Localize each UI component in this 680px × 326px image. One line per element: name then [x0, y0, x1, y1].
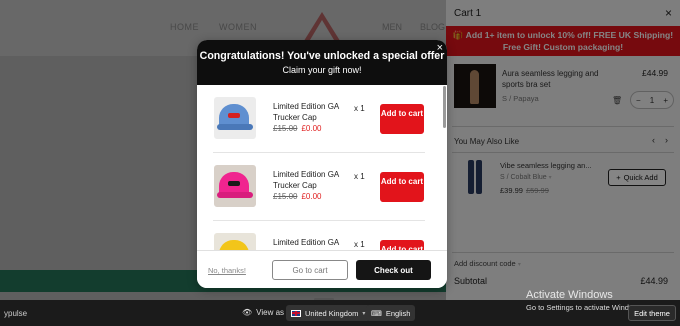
offer-prices: £15.00 £0.00: [273, 192, 322, 201]
brand-label: ypulse: [4, 309, 28, 318]
offer-item: Limited Edition GA Trucker Cap x 1 Add t…: [197, 221, 441, 250]
offer-old-price: £15.00: [273, 192, 298, 201]
cart-dim-overlay: [446, 0, 680, 300]
gift-offer-modal: Congratulations! You've unlocked a speci…: [197, 40, 447, 288]
offer-item: Limited Edition GA Trucker Cap £15.00 £0.…: [197, 153, 441, 220]
no-thanks-link[interactable]: No, thanks!: [208, 266, 246, 275]
modal-subtitle: Claim your gift now!: [282, 65, 362, 75]
add-to-cart-button[interactable]: Add to cart: [380, 104, 424, 134]
offer-list-scrollbar[interactable]: [443, 86, 446, 128]
activate-windows-subtitle: Go to Settings to activate Windows.: [526, 303, 645, 312]
view-as: 👁 View as: [242, 308, 284, 317]
modal-footer: No, thanks! Go to cart Check out: [197, 250, 447, 288]
country-value: United Kingdom: [305, 308, 359, 318]
offer-quantity: x 1: [354, 172, 365, 181]
add-to-cart-button[interactable]: Add to cart: [380, 240, 424, 250]
eye-icon: 👁: [242, 308, 253, 317]
offer-item: Limited Edition GA Trucker Cap £15.00 £0.…: [197, 85, 441, 152]
chevron-down-icon: ▾: [362, 310, 366, 317]
offer-new-price: £0.00: [301, 124, 322, 133]
trucker-cap-pink-image: [214, 165, 256, 207]
offer-old-price: £15.00: [273, 124, 298, 133]
language-selector[interactable]: ⌨ English: [366, 305, 416, 321]
language-value: English: [385, 308, 411, 318]
modal-header: Congratulations! You've unlocked a speci…: [197, 40, 447, 85]
offer-list[interactable]: Limited Edition GA Trucker Cap £15.00 £0.…: [197, 85, 447, 250]
add-to-cart-button[interactable]: Add to cart: [380, 172, 424, 202]
offer-new-price: £0.00: [301, 192, 322, 201]
view-as-label: View as: [256, 308, 285, 317]
activate-windows-watermark: Activate Windows: [526, 289, 613, 301]
translate-icon: ⌨: [371, 308, 382, 318]
uk-flag-icon: [291, 309, 301, 317]
trucker-cap-blue-image: [214, 97, 256, 139]
country-selector[interactable]: United Kingdom ▾: [286, 305, 371, 321]
trucker-cap-yellow-image: [214, 233, 256, 250]
offer-name: Limited Edition GA Trucker Cap: [273, 238, 339, 250]
offer-prices: £15.00 £0.00: [273, 124, 322, 133]
checkout-button[interactable]: Check out: [356, 260, 431, 280]
close-icon[interactable]: ×: [437, 42, 443, 54]
offer-name: Limited Edition GA Trucker Cap: [273, 170, 339, 190]
modal-title: Congratulations! You've unlocked a speci…: [199, 50, 445, 62]
offer-quantity: x 1: [354, 240, 365, 249]
edit-theme-button[interactable]: Edit theme: [628, 305, 676, 321]
offer-quantity: x 1: [354, 104, 365, 113]
offer-name: Limited Edition GA Trucker Cap: [273, 102, 339, 122]
go-to-cart-button[interactable]: Go to cart: [272, 260, 348, 280]
